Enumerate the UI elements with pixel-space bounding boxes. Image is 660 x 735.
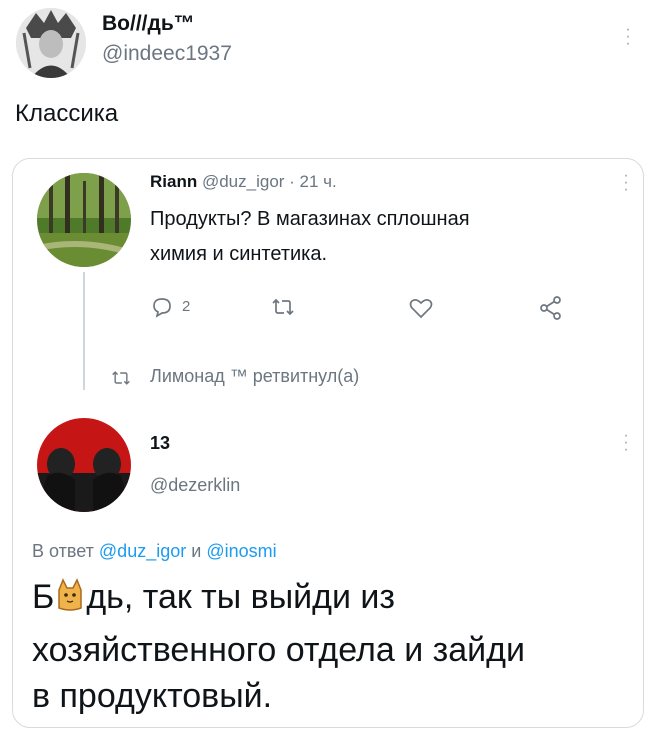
more-options-icon[interactable]: · · · (624, 22, 632, 52)
reply-prefix: В ответ (32, 541, 94, 561)
reply-mention-duz-igor[interactable]: @duz_igor (99, 541, 186, 561)
share-icon (540, 296, 561, 320)
forest-photo (37, 173, 131, 267)
thread-connector-line (83, 272, 85, 390)
author-avatar[interactable] (16, 8, 86, 78)
red-poster-image (37, 418, 131, 512)
reply-mention-inosmi[interactable]: @inosmi (206, 541, 276, 561)
tweet1-display-name[interactable]: Riann (150, 172, 197, 191)
reply-button[interactable]: 2 (150, 295, 220, 321)
tweet2-more-icon[interactable]: · · · (622, 428, 630, 458)
reply-context: В ответ @duz_igor и @inosmi (32, 541, 277, 562)
tweet2-display-name[interactable]: 13 (150, 433, 170, 454)
tweet1-header: Riann @duz_igor · 21 ч. (150, 172, 337, 192)
author-handle[interactable]: @indeec1937 (102, 42, 232, 66)
cat-sticker-icon (55, 578, 85, 612)
reply-and: и (191, 541, 202, 561)
tweet1-text-line2: химия и синтетика. (150, 243, 328, 265)
tweet2-text-start: Б (32, 578, 55, 616)
user13-avatar[interactable] (37, 418, 131, 512)
tweet1-text-line1: Продукты? В магазинах сплошная (150, 208, 470, 230)
heart-icon (409, 299, 433, 319)
reply-icon (153, 298, 171, 318)
tweet2-text-line1: Б дь, так ты выйди из (32, 577, 395, 617)
author-display-name[interactable]: Во///дь™ (102, 12, 195, 36)
tweet2-text-line3: в продуктовый. (32, 677, 273, 715)
tweet1-meta[interactable]: @duz_igor · 21 ч. (202, 172, 337, 191)
tweet1-more-icon[interactable]: · · · (622, 168, 630, 198)
portrait-illustration (16, 8, 86, 78)
reply-count: 2 (182, 298, 191, 315)
share-button[interactable] (538, 295, 564, 321)
retweet-notice-text: Лимонад ™ ретвитнул(а) (150, 366, 360, 386)
tweet2-text-line2: хозяйственного отдела и зайди (32, 631, 525, 669)
retweet-button[interactable] (270, 295, 296, 321)
like-button[interactable] (408, 296, 434, 320)
tweet-text: Классика (15, 100, 119, 127)
tweet2-text-rest: дь, так ты выйди из (86, 578, 395, 616)
tweet2-handle[interactable]: @dezerklin (150, 475, 240, 496)
retweet-icon (272, 298, 294, 316)
riann-avatar[interactable] (37, 173, 131, 267)
retweet-small-icon (112, 371, 130, 385)
